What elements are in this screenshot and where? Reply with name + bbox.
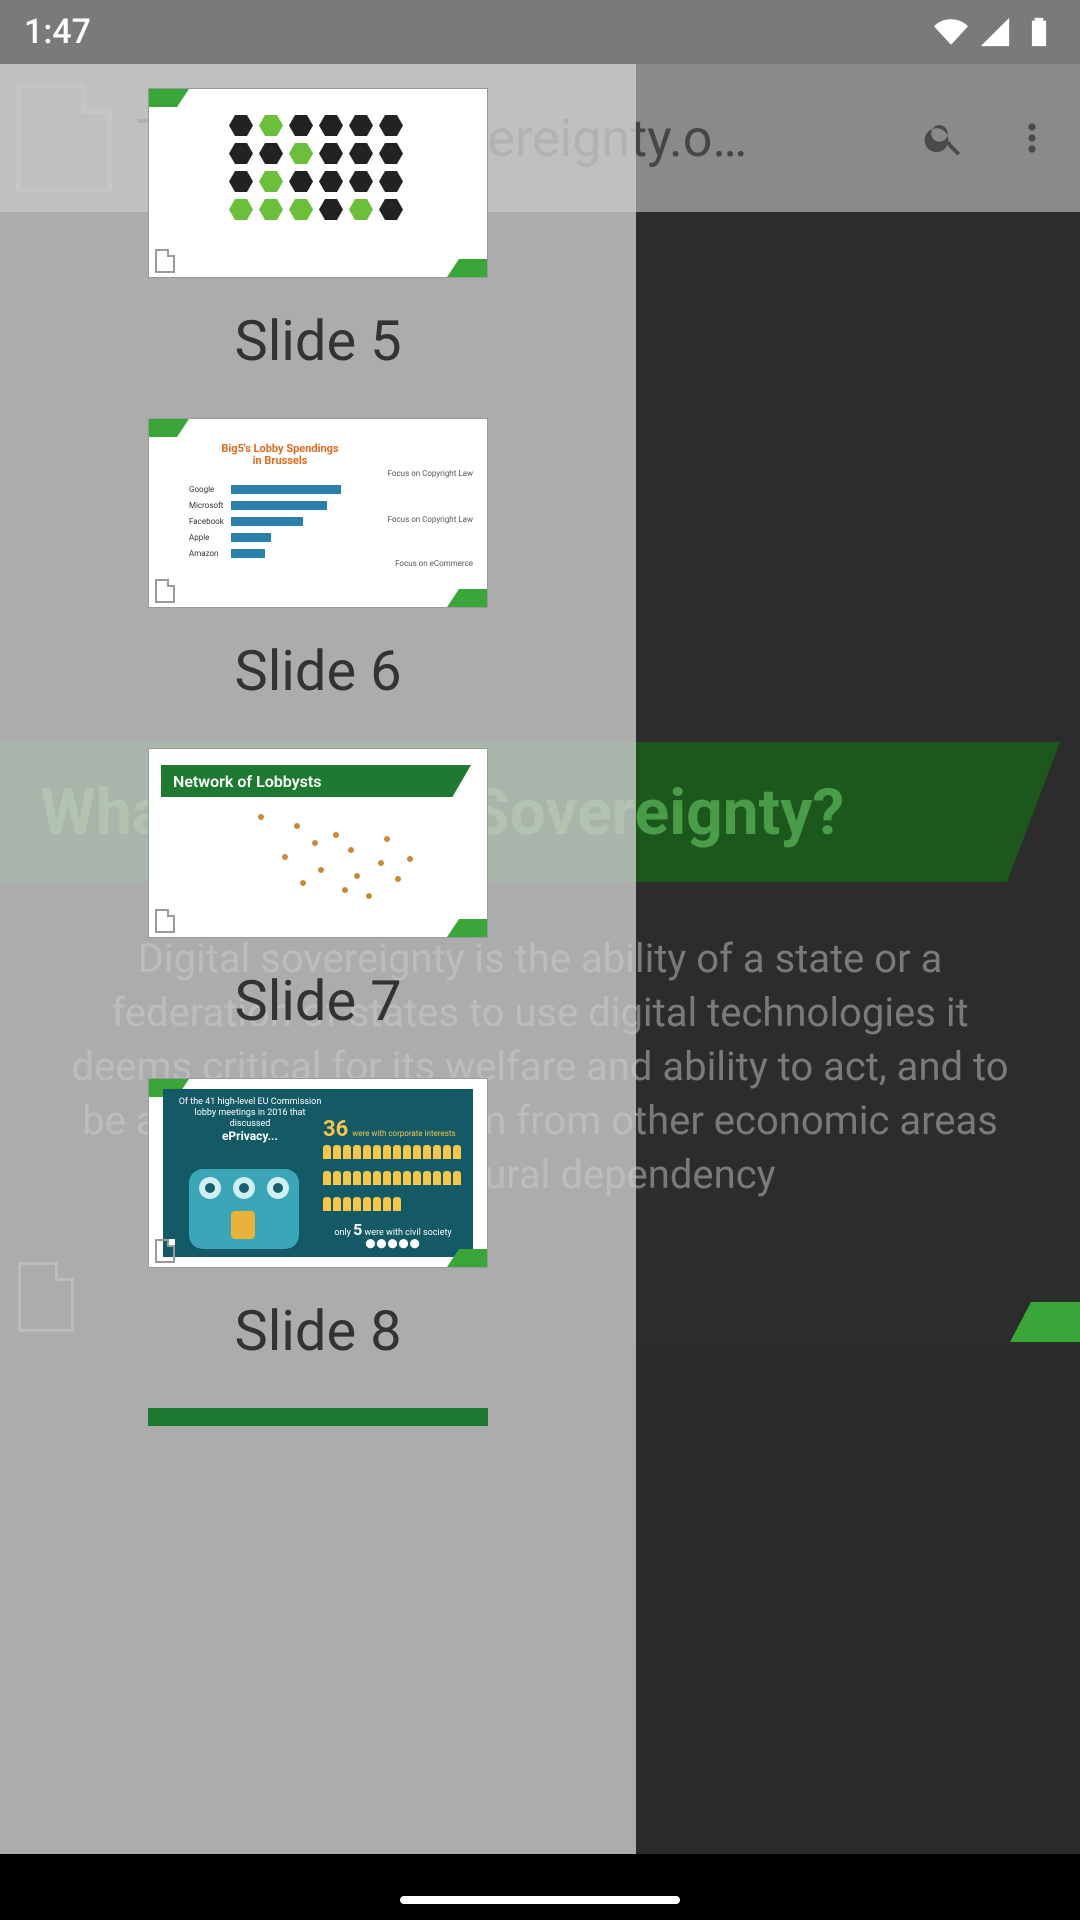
thumb5-note: Focus on eCommerce: [395, 559, 473, 568]
slide-thumbnail-6[interactable]: Network of Lobbysts: [148, 748, 488, 938]
more-vert-icon: [1010, 116, 1054, 160]
slide-label: Slide 5: [0, 278, 636, 418]
thumb-doc-icon: [155, 909, 175, 933]
thumb-accent: [447, 919, 487, 937]
slide-corner-accent: [1010, 1302, 1080, 1342]
search-icon: [922, 116, 966, 160]
slide-label: Slide 8: [0, 1268, 636, 1408]
thumb-accent: [447, 589, 487, 607]
thumb-doc-icon: [155, 1239, 175, 1263]
search-button[interactable]: [912, 106, 976, 170]
thumb-accent: [149, 89, 189, 107]
thumb-doc-icon: [155, 249, 175, 273]
slide-item-6[interactable]: Slide 6 Network of Lobbysts: [0, 608, 636, 938]
thumb7-graphic: Of the 41 high-level EU Commission lobby…: [163, 1089, 473, 1257]
slide-item-5[interactable]: Slide 5 Big5's Lobby Spendingsin Brussel…: [0, 278, 636, 608]
battery-icon: [1022, 15, 1056, 49]
thumb5-note: Focus on Copyright Law: [388, 515, 473, 524]
slide-thumbnail-4[interactable]: [148, 88, 488, 278]
wifi-icon: [934, 15, 968, 49]
slide-label: Slide 7: [0, 938, 636, 1078]
slide-item-7[interactable]: Slide 7 Of the 41 high-level EU Commissi…: [0, 938, 636, 1268]
thumb5-barchart: Big5's Lobby Spendingsin Brussels Google…: [185, 443, 375, 583]
thumb4-hexgrid: [179, 109, 457, 253]
status-time: 1:47: [24, 12, 91, 52]
thumb-doc-icon: [155, 579, 175, 603]
slide-label: Slide 6: [0, 608, 636, 748]
thumb6-banner: Network of Lobbysts: [161, 765, 471, 797]
android-nav-indicator[interactable]: [400, 1896, 680, 1904]
android-status-bar: 1:47: [0, 0, 1080, 64]
more-options-button[interactable]: [1000, 106, 1064, 170]
slide-item-8[interactable]: Slide 8: [0, 1268, 636, 1426]
thumb-accent: [149, 419, 189, 437]
thumb5-note: Focus on Copyright Law: [388, 469, 473, 478]
thumb-accent: [447, 259, 487, 277]
slide-thumbnail-8[interactable]: [148, 1408, 488, 1426]
slide-navigator-panel[interactable]: Slide 4 Slide 5 Big5's Lobby: [0, 0, 636, 1854]
slide-thumbnail-7[interactable]: Of the 41 high-level EU Commission lobby…: [148, 1078, 488, 1268]
cell-signal-icon: [978, 15, 1012, 49]
thumb6-scatter: [169, 803, 467, 913]
slide-thumbnail-5[interactable]: Big5's Lobby Spendingsin Brussels Google…: [148, 418, 488, 608]
status-icons: [934, 15, 1056, 49]
